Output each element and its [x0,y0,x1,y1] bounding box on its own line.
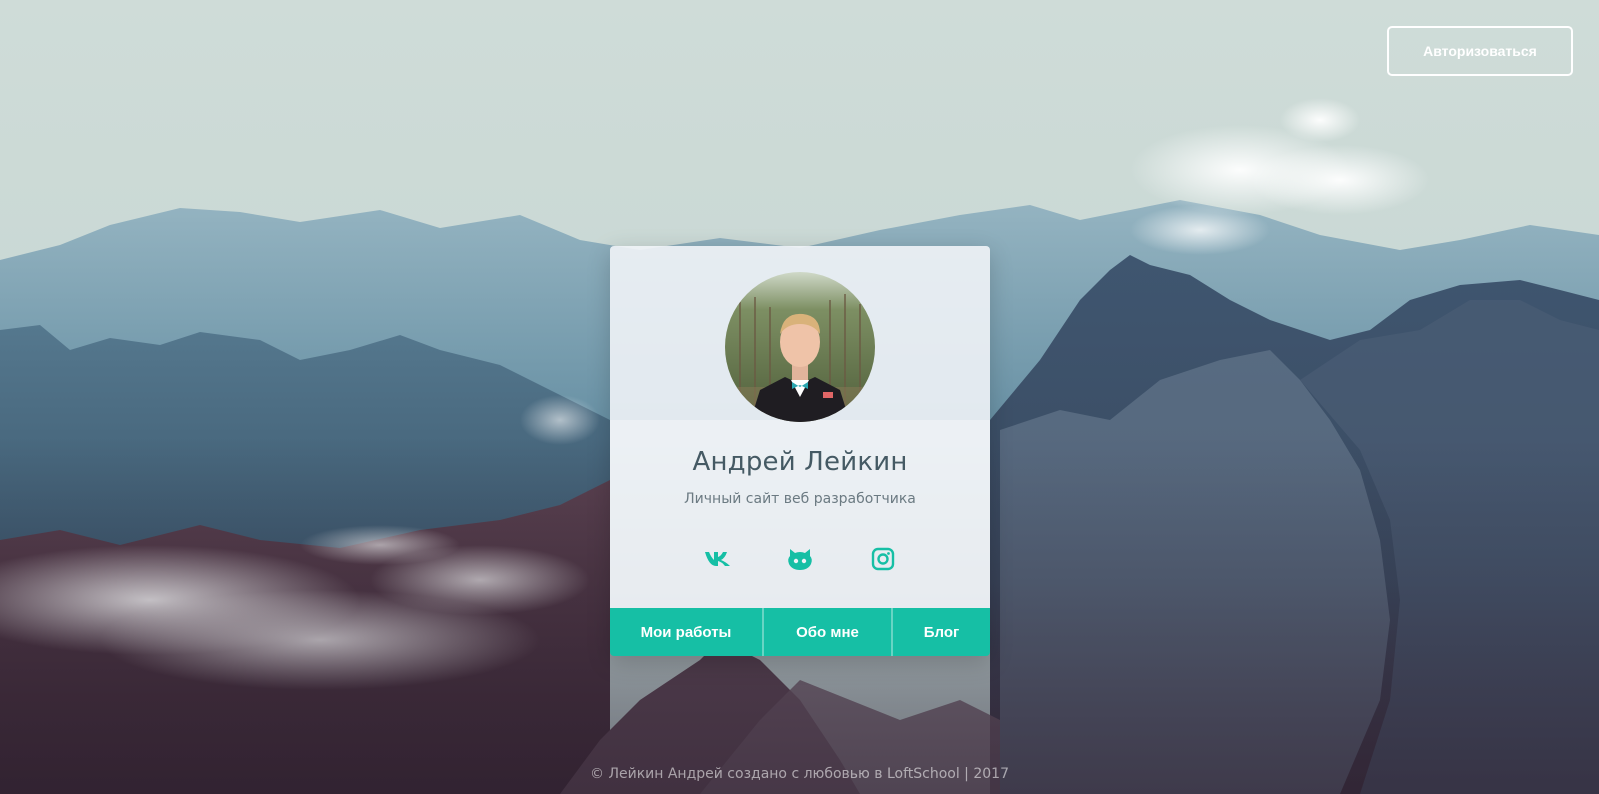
nav-my-works[interactable]: Мои работы [610,608,764,656]
vk-icon [705,552,730,566]
profile-card: Андрей Лейкин Личный сайт веб разработчи… [610,246,990,656]
github-icon [788,549,812,570]
github-link[interactable] [784,543,816,575]
profile-subtitle: Личный сайт веб разработчика [684,491,916,507]
footer-copyright: © Лейкин Андрей создано с любовью в Loft… [590,766,1009,782]
vk-link[interactable] [702,543,734,575]
instagram-icon [871,547,895,571]
nav-blog[interactable]: Блог [893,608,990,656]
card-nav: Мои работы Обо мне Блог [610,608,990,656]
social-links [610,543,990,575]
auth-button[interactable]: Авторизоваться [1387,26,1573,76]
profile-name: Андрей Лейкин [692,447,908,477]
instagram-link[interactable] [867,543,899,575]
avatar [725,272,875,422]
card-body: Андрей Лейкин Личный сайт веб разработчи… [610,246,990,608]
nav-about-me[interactable]: Обо мне [764,608,893,656]
